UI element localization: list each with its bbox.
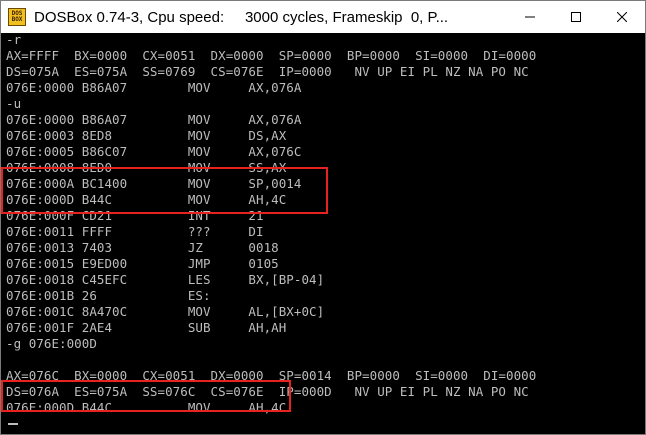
terminal-screen[interactable]: -r AX=FFFF BX=0000 CX=0051 DX=0000 SP=00…	[2, 33, 644, 434]
terminal-line: 076E:000D B44C MOV AH,4C	[6, 192, 287, 207]
terminal-line: AX=076C BX=0000 CX=0051 DX=0000 SP=0014 …	[6, 368, 537, 383]
minimize-icon	[525, 16, 535, 18]
terminal-line: 076E:0000 B86A07 MOV AX,076A	[6, 112, 302, 127]
terminal-line: AX=FFFF BX=0000 CX=0051 DX=0000 SP=0000 …	[6, 48, 537, 63]
terminal-line: 076E:000F CD21 INT 21	[6, 208, 264, 223]
close-button[interactable]	[599, 1, 645, 33]
terminal-line: 076E:0005 B86C07 MOV AX,076C	[6, 144, 302, 159]
minimize-button[interactable]	[507, 1, 553, 33]
terminal-line: -g 076E:000D	[6, 336, 97, 351]
title-bar[interactable]: DOS BOX DOSBox 0.74-3, Cpu speed: 3000 c…	[1, 1, 645, 33]
terminal-line: 076E:001C 8A470C MOV AL,[BX+0C]	[6, 304, 325, 319]
terminal-line: 076E:0013 7403 JZ 0018	[6, 240, 279, 255]
terminal-line: 076E:000D B44C MOV AH,4C	[6, 400, 287, 415]
window-title: DOSBox 0.74-3, Cpu speed: 3000 cycles, F…	[34, 8, 449, 26]
terminal-cursor	[8, 423, 18, 425]
dosbox-window: DOS BOX DOSBox 0.74-3, Cpu speed: 3000 c…	[0, 0, 646, 435]
close-icon	[617, 12, 627, 22]
terminal-line: DS=076A ES=075A SS=076C CS=076E IP=000D …	[6, 384, 529, 399]
terminal-line: 076E:001B 26 ES:	[6, 288, 211, 303]
terminal-line: -r	[6, 33, 22, 47]
dosbox-app-icon[interactable]: DOS BOX	[8, 8, 26, 26]
app-icon-text-bottom: BOX	[11, 16, 23, 23]
terminal-line: 076E:0003 8ED8 MOV DS,AX	[6, 128, 287, 143]
terminal-line: DS=075A ES=075A SS=0769 CS=076E IP=0000 …	[6, 64, 529, 79]
window-controls	[507, 1, 645, 33]
maximize-button[interactable]	[553, 1, 599, 33]
terminal-line: 076E:0011 FFFF ??? DI	[6, 224, 264, 239]
terminal-line: 076E:0000 B86A07 MOV AX,076A	[6, 80, 302, 95]
terminal-line: 076E:000A BC1400 MOV SP,0014	[6, 176, 302, 191]
terminal-line: 076E:0018 C45EFC LES BX,[BP-04]	[6, 272, 325, 287]
terminal-line: -u	[6, 96, 22, 111]
terminal-line: 076E:0015 E9ED00 JMP 0105	[6, 256, 279, 271]
terminal-line: 076E:0008 8ED0 MOV SS,AX	[6, 160, 287, 175]
terminal-line: 076E:001F 2AE4 SUB AH,AH	[6, 320, 287, 335]
maximize-icon	[571, 12, 581, 22]
